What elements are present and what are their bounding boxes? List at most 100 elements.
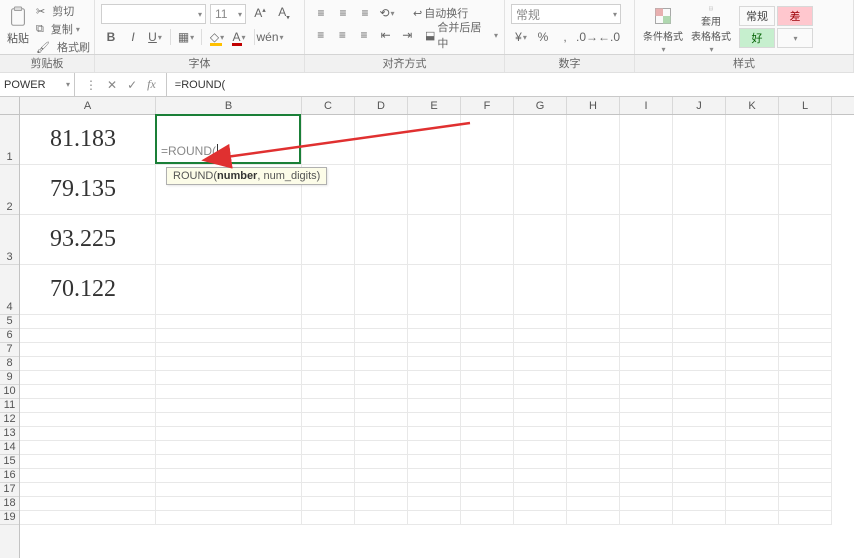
- cell-G3[interactable]: [514, 215, 567, 265]
- cell-B14[interactable]: [156, 441, 302, 455]
- cell-I8[interactable]: [620, 357, 673, 371]
- cell-E3[interactable]: [408, 215, 461, 265]
- cell-E8[interactable]: [408, 357, 461, 371]
- cell-H11[interactable]: [567, 399, 620, 413]
- cell-J3[interactable]: [673, 215, 726, 265]
- cell-K14[interactable]: [726, 441, 779, 455]
- cell-F2[interactable]: [461, 165, 514, 215]
- row-header-1[interactable]: 1: [0, 115, 19, 165]
- cell-grid[interactable]: =ROUND( ROUND(number, num_digits) 81.183…: [20, 115, 854, 558]
- cell-L2[interactable]: [779, 165, 832, 215]
- cell-L11[interactable]: [779, 399, 832, 413]
- cell-E11[interactable]: [408, 399, 461, 413]
- cell-I9[interactable]: [620, 371, 673, 385]
- cell-K16[interactable]: [726, 469, 779, 483]
- row-header-6[interactable]: 6: [0, 329, 19, 343]
- cell-I4[interactable]: [620, 265, 673, 315]
- cell-G9[interactable]: [514, 371, 567, 385]
- cell-C1[interactable]: [302, 115, 355, 165]
- cell-D17[interactable]: [355, 483, 408, 497]
- cell-K5[interactable]: [726, 315, 779, 329]
- cell-J18[interactable]: [673, 497, 726, 511]
- cell-C18[interactable]: [302, 497, 355, 511]
- cell-E13[interactable]: [408, 427, 461, 441]
- cell-G15[interactable]: [514, 455, 567, 469]
- cell-E2[interactable]: [408, 165, 461, 215]
- cell-G14[interactable]: [514, 441, 567, 455]
- fx-button[interactable]: fx: [147, 77, 156, 92]
- cell-C15[interactable]: [302, 455, 355, 469]
- cell-D11[interactable]: [355, 399, 408, 413]
- cell-J19[interactable]: [673, 511, 726, 525]
- cell-J12[interactable]: [673, 413, 726, 427]
- cell-B5[interactable]: [156, 315, 302, 329]
- cell-F14[interactable]: [461, 441, 514, 455]
- cell-C4[interactable]: [302, 265, 355, 315]
- cell-G19[interactable]: [514, 511, 567, 525]
- cell-A8[interactable]: [20, 357, 156, 371]
- row-header-3[interactable]: 3: [0, 215, 19, 265]
- cell-E4[interactable]: [408, 265, 461, 315]
- decrease-decimal-button[interactable]: ←.0: [599, 28, 619, 46]
- cell-I10[interactable]: [620, 385, 673, 399]
- cell-B18[interactable]: [156, 497, 302, 511]
- decrease-indent-button[interactable]: ⇤: [376, 26, 396, 44]
- comma-button[interactable]: ,: [555, 28, 575, 46]
- align-top-button[interactable]: ≡: [311, 4, 331, 22]
- cell-E5[interactable]: [408, 315, 461, 329]
- cell-H14[interactable]: [567, 441, 620, 455]
- cell-C17[interactable]: [302, 483, 355, 497]
- cell-B12[interactable]: [156, 413, 302, 427]
- cell-E17[interactable]: [408, 483, 461, 497]
- cell-H3[interactable]: [567, 215, 620, 265]
- cell-L5[interactable]: [779, 315, 832, 329]
- cell-A17[interactable]: [20, 483, 156, 497]
- cancel-formula-button[interactable]: ✕: [107, 78, 117, 92]
- orientation-button[interactable]: ⟲▾: [377, 4, 397, 22]
- cell-I12[interactable]: [620, 413, 673, 427]
- cell-E16[interactable]: [408, 469, 461, 483]
- cell-J17[interactable]: [673, 483, 726, 497]
- formula-input[interactable]: =ROUND(: [167, 73, 854, 96]
- cell-editor[interactable]: =ROUND(: [161, 144, 219, 158]
- cell-F3[interactable]: [461, 215, 514, 265]
- cell-G16[interactable]: [514, 469, 567, 483]
- cell-D14[interactable]: [355, 441, 408, 455]
- cell-B15[interactable]: [156, 455, 302, 469]
- cell-L19[interactable]: [779, 511, 832, 525]
- cut-button[interactable]: ✂ 剪切: [36, 2, 90, 20]
- cell-F13[interactable]: [461, 427, 514, 441]
- cell-G13[interactable]: [514, 427, 567, 441]
- cell-G7[interactable]: [514, 343, 567, 357]
- cell-E6[interactable]: [408, 329, 461, 343]
- font-color-button[interactable]: A▾: [229, 28, 249, 46]
- cell-G11[interactable]: [514, 399, 567, 413]
- cell-F19[interactable]: [461, 511, 514, 525]
- cell-A10[interactable]: [20, 385, 156, 399]
- cell-F15[interactable]: [461, 455, 514, 469]
- cell-K1[interactable]: [726, 115, 779, 165]
- col-header-B[interactable]: B: [156, 97, 302, 114]
- cell-G2[interactable]: [514, 165, 567, 215]
- bold-button[interactable]: B: [101, 28, 121, 46]
- merge-center-button[interactable]: ⬓合并后居中▾: [425, 26, 498, 44]
- row-header-12[interactable]: 12: [0, 413, 19, 427]
- align-right-button[interactable]: ≡: [354, 26, 374, 44]
- cell-A16[interactable]: [20, 469, 156, 483]
- col-header-I[interactable]: I: [620, 97, 673, 114]
- cell-C14[interactable]: [302, 441, 355, 455]
- cell-D4[interactable]: [355, 265, 408, 315]
- cell-G5[interactable]: [514, 315, 567, 329]
- row-header-2[interactable]: 2: [0, 165, 19, 215]
- cell-F18[interactable]: [461, 497, 514, 511]
- col-header-J[interactable]: J: [673, 97, 726, 114]
- cell-C13[interactable]: [302, 427, 355, 441]
- cell-E12[interactable]: [408, 413, 461, 427]
- style-good[interactable]: 好: [739, 28, 775, 48]
- cell-K13[interactable]: [726, 427, 779, 441]
- cell-I18[interactable]: [620, 497, 673, 511]
- cell-C8[interactable]: [302, 357, 355, 371]
- cell-K7[interactable]: [726, 343, 779, 357]
- cell-D9[interactable]: [355, 371, 408, 385]
- cell-H10[interactable]: [567, 385, 620, 399]
